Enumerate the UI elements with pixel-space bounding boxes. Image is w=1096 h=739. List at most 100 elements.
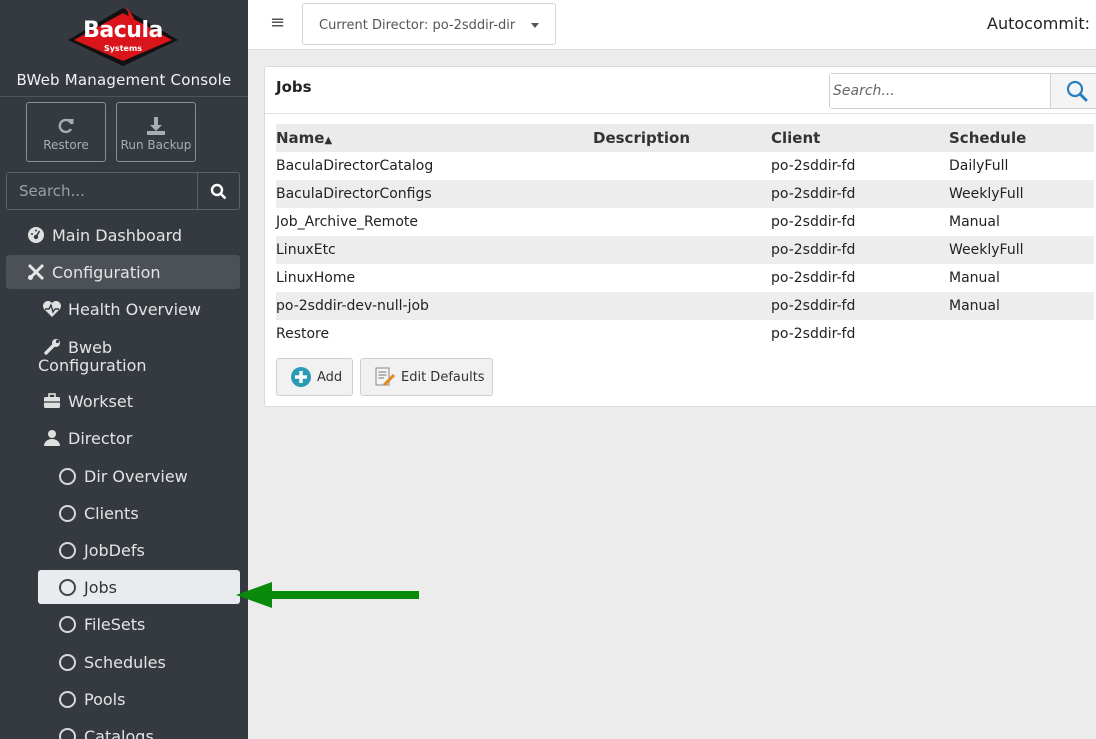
table-row[interactable]: Restore po-2sddir-fd — [276, 320, 1094, 348]
job-name-cell[interactable]: Restore — [276, 320, 593, 348]
job-description-cell — [593, 320, 771, 348]
column-header-name[interactable]: Name▲ — [276, 124, 593, 152]
sidebar-item-clients[interactable]: Clients — [59, 502, 139, 524]
sidebar-item-director[interactable]: Director — [42, 427, 132, 449]
job-description-cell — [593, 292, 771, 320]
download-icon — [147, 117, 165, 135]
sidebar-item-main-dashboard[interactable]: Main Dashboard — [26, 224, 182, 246]
sort-ascending-icon: ▲ — [324, 135, 333, 146]
table-row[interactable]: LinuxHome po-2sddir-fd Manual — [276, 264, 1094, 292]
sidebar-item-dir-overview[interactable]: Dir Overview — [59, 465, 188, 487]
edit-defaults-button-label: Edit Defaults — [401, 369, 485, 385]
panel-title: Jobs — [276, 78, 312, 96]
sidebar-item-workset[interactable]: Workset — [42, 390, 133, 412]
job-client-cell: po-2sddir-fd — [771, 236, 949, 264]
job-name-cell[interactable]: BaculaDirectorCatalog — [276, 152, 593, 180]
column-header-description[interactable]: Description — [593, 124, 771, 152]
job-name-cell[interactable]: po-2sddir-dev-null-job — [276, 292, 593, 320]
add-circle-icon — [291, 367, 311, 387]
job-name-cell[interactable]: BaculaDirectorConfigs — [276, 180, 593, 208]
restore-button[interactable]: Restore — [26, 102, 106, 162]
job-client-cell: po-2sddir-fd — [771, 292, 949, 320]
current-director-dropdown[interactable]: Current Director: po-2sddir-dir — [302, 3, 556, 45]
sidebar-item-label: Clients — [84, 503, 139, 523]
job-client-cell: po-2sddir-fd — [771, 180, 949, 208]
table-row[interactable]: po-2sddir-dev-null-job po-2sddir-fd Manu… — [276, 292, 1094, 320]
run-backup-button-label: Run Backup — [120, 138, 192, 152]
search-icon — [210, 183, 227, 199]
job-name-cell[interactable]: Job_Archive_Remote — [276, 208, 593, 236]
user-icon — [42, 428, 62, 448]
edit-document-icon — [375, 367, 396, 387]
job-name-cell[interactable]: LinuxEtc — [276, 236, 593, 264]
sidebar-item-label: JobDefs — [84, 540, 145, 560]
sidebar-item-jobs[interactable]: Jobs — [38, 570, 240, 604]
job-name-cell[interactable]: LinuxHome — [276, 264, 593, 292]
dashboard-icon — [26, 225, 46, 245]
job-client-cell: po-2sddir-fd — [771, 152, 949, 180]
search-icon — [1066, 80, 1087, 102]
top-bar: ≡ Current Director: po-2sddir-dir Autoco… — [248, 0, 1096, 50]
refresh-icon — [58, 118, 74, 134]
sidebar-divider — [0, 96, 248, 97]
table-row[interactable]: BaculaDirectorConfigs po-2sddir-fd Weekl… — [276, 180, 1094, 208]
sidebar-item-label: Dir Overview — [84, 466, 188, 486]
job-schedule-cell: DailyFull — [949, 152, 1094, 180]
column-header-schedule[interactable]: Schedule — [949, 124, 1094, 152]
job-description-cell — [593, 152, 771, 180]
sidebar-item-filesets[interactable]: FileSets — [59, 613, 145, 635]
circle-icon — [59, 467, 76, 485]
job-client-cell: po-2sddir-fd — [771, 320, 949, 348]
sidebar-item-configuration[interactable]: Configuration — [6, 255, 240, 289]
table-header-row: Name▲ Description Client Schedule — [276, 124, 1094, 152]
sidebar-item-jobdefs[interactable]: JobDefs — [59, 539, 145, 561]
job-description-cell — [593, 236, 771, 264]
sidebar-item-label: Schedules — [84, 652, 166, 672]
table-row[interactable]: BaculaDirectorCatalog po-2sddir-fd Daily… — [276, 152, 1094, 180]
sidebar-search-button[interactable] — [197, 173, 239, 209]
circle-icon — [59, 541, 76, 559]
job-description-cell — [593, 264, 771, 292]
job-description-cell — [593, 180, 771, 208]
sidebar-item-health-overview[interactable]: Health Overview — [42, 298, 201, 320]
sidebar-item-catalogs[interactable]: Catalogs — [59, 725, 154, 739]
hamburger-menu-icon[interactable]: ≡ — [270, 12, 285, 33]
add-button-label: Add — [317, 369, 343, 385]
circle-icon — [59, 615, 76, 633]
jobs-search-button[interactable] — [1050, 74, 1096, 108]
run-backup-button[interactable]: Run Backup — [116, 102, 196, 162]
sidebar-item-label: Pools — [84, 689, 126, 709]
job-client-cell: po-2sddir-fd — [771, 208, 949, 236]
circle-icon — [59, 653, 76, 671]
job-description-cell — [593, 208, 771, 236]
sidebar-item-label: Jobs — [84, 577, 117, 597]
edit-defaults-button[interactable]: Edit Defaults — [360, 358, 493, 396]
jobs-search-input[interactable] — [830, 74, 1050, 108]
logo-subtext: Systems — [103, 44, 143, 53]
job-schedule-cell: Manual — [949, 208, 1094, 236]
briefcase-icon — [42, 391, 62, 411]
jobs-panel: Jobs Name▲ Description Client Schedule B… — [264, 66, 1096, 407]
sidebar-item-label: Director — [68, 428, 133, 448]
table-row[interactable]: Job_Archive_Remote po-2sddir-fd Manual — [276, 208, 1094, 236]
table-row[interactable]: LinuxEtc po-2sddir-fd WeeklyFull — [276, 236, 1094, 264]
autocommit-label: Autocommit: — [987, 14, 1091, 33]
column-header-label: Name — [276, 129, 325, 147]
sidebar-item-label: Workset — [68, 391, 133, 411]
sidebar-item-schedules[interactable]: Schedules — [59, 651, 166, 673]
tools-icon — [26, 262, 46, 282]
sidebar-item-bweb-configuration[interactable]: Bweb Configuration — [38, 337, 188, 375]
sidebar-search — [6, 172, 240, 210]
sidebar-item-label: Main Dashboard — [52, 225, 183, 245]
sidebar-search-input[interactable] — [7, 173, 197, 209]
add-button[interactable]: Add — [276, 358, 353, 396]
circle-icon — [59, 690, 76, 708]
column-header-client[interactable]: Client — [771, 124, 949, 152]
bacula-logo[interactable]: Bacula Systems — [64, 4, 182, 68]
annotation-arrow-icon — [236, 582, 419, 608]
job-schedule-cell: WeeklyFull — [949, 236, 1094, 264]
sidebar-item-pools[interactable]: Pools — [59, 688, 125, 710]
restore-button-label: Restore — [43, 138, 89, 152]
heartbeat-icon — [42, 299, 62, 319]
circle-icon — [59, 727, 76, 739]
